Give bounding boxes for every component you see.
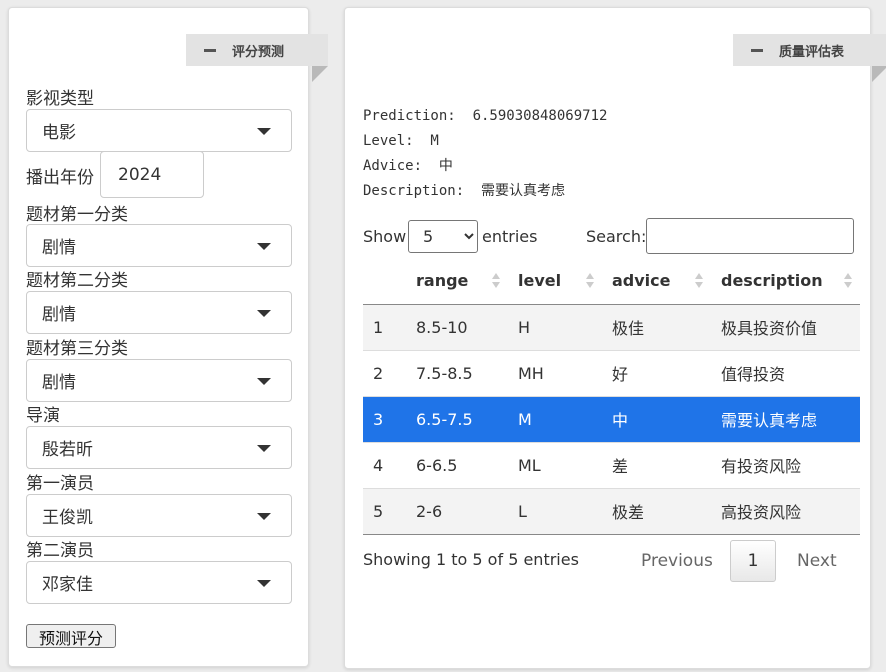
- panel-header[interactable]: 质量评估表: [733, 34, 886, 82]
- description-cell: 极具投资价值: [711, 303, 860, 350]
- table-info: Showing 1 to 5 of 5 entries: [363, 550, 579, 569]
- range-cell: 6.5-7.5: [406, 395, 508, 442]
- row-index: 2: [363, 349, 406, 396]
- description-line: Description: 需要认真考虑: [363, 183, 566, 199]
- collapse-icon[interactable]: [751, 48, 763, 52]
- actor2-value: 邓家佳: [42, 575, 93, 595]
- topic1-value: 剧情: [42, 238, 76, 258]
- row-index: 1: [363, 303, 406, 350]
- prediction-line: Prediction: 6.59030848069712: [363, 108, 608, 124]
- show-label: Show: [363, 227, 407, 246]
- director-value: 殷若昕: [42, 440, 93, 460]
- row-index: 3: [363, 395, 406, 442]
- actor2-label: 第二演员: [26, 541, 94, 561]
- range-cell: 8.5-10: [406, 303, 508, 350]
- range-cell: 2-6: [406, 487, 508, 535]
- next-button[interactable]: Next: [797, 540, 837, 582]
- panel-title: 评分预测: [232, 44, 285, 60]
- description-cell: 值得投资: [711, 349, 860, 396]
- chevron-down-icon: [257, 445, 271, 452]
- table-row-selected[interactable]: 3 6.5-7.5 M 中 需要认真考虑: [363, 395, 860, 442]
- level-cell: L: [508, 487, 602, 535]
- sort-icon: [844, 273, 852, 289]
- sort-icon: [586, 273, 594, 289]
- prediction-panel: 评分预测 影视类型 电影 播出年份 题材第一分类 剧情 题材第二分类 剧情 题材…: [8, 7, 328, 667]
- topic2-select[interactable]: 剧情: [26, 291, 292, 334]
- chevron-down-icon: [257, 310, 271, 317]
- description-header[interactable]: description: [711, 258, 860, 305]
- quality-table: range level advice description 1 8.5-10 …: [363, 258, 860, 535]
- table-header-row: range level advice description: [363, 258, 860, 305]
- prediction-output: Prediction: 6.59030848069712 Level: M Advi…: [363, 104, 607, 204]
- range-cell: 6-6.5: [406, 441, 508, 488]
- sort-icon: [492, 273, 500, 289]
- search-label: Search:: [586, 227, 647, 246]
- topic1-label: 题材第一分类: [26, 205, 128, 225]
- advice-header[interactable]: advice: [602, 258, 711, 305]
- level-line: Level: M: [363, 133, 439, 149]
- actor1-select[interactable]: 王俊凯: [26, 494, 292, 537]
- actor2-select[interactable]: 邓家佳: [26, 561, 292, 604]
- topic3-select[interactable]: 剧情: [26, 359, 292, 402]
- table-row[interactable]: 2 7.5-8.5 MH 好 值得投资: [363, 349, 860, 396]
- table-row[interactable]: 1 8.5-10 H 极佳 极具投资价值: [363, 303, 860, 350]
- advice-cell: 极佳: [602, 303, 711, 350]
- genre-type-value: 电影: [42, 123, 76, 143]
- level-cell: ML: [508, 441, 602, 488]
- director-select[interactable]: 殷若昕: [26, 426, 292, 469]
- table-row[interactable]: 4 6-6.5 ML 差 有投资风险: [363, 441, 860, 488]
- genre-type-select[interactable]: 电影: [26, 109, 292, 152]
- description-cell: 有投资风险: [711, 441, 860, 488]
- row-index: 4: [363, 441, 406, 488]
- row-index: 5: [363, 487, 406, 535]
- chevron-down-icon: [257, 580, 271, 587]
- description-cell: 高投资风险: [711, 487, 860, 535]
- predict-button[interactable]: 预测评分: [26, 624, 116, 648]
- advice-cell: 极差: [602, 487, 711, 535]
- page-1-button[interactable]: 1: [730, 540, 776, 582]
- actor1-label: 第一演员: [26, 474, 94, 494]
- chevron-down-icon: [257, 128, 271, 135]
- chevron-down-icon: [257, 513, 271, 520]
- topic2-label: 题材第二分类: [26, 271, 128, 291]
- chevron-down-icon: [257, 243, 271, 250]
- search-input[interactable]: [646, 218, 854, 254]
- collapse-icon[interactable]: [204, 48, 216, 52]
- range-cell: 7.5-8.5: [406, 349, 508, 396]
- director-label: 导演: [26, 406, 60, 426]
- entries-select[interactable]: 5: [408, 220, 478, 253]
- previous-button[interactable]: Previous: [641, 540, 713, 582]
- level-header[interactable]: level: [508, 258, 602, 305]
- sort-icon: [695, 273, 703, 289]
- advice-cell: 差: [602, 441, 711, 488]
- topic1-select[interactable]: 剧情: [26, 224, 292, 267]
- topic2-value: 剧情: [42, 305, 76, 325]
- quality-panel: 质量评估表 Prediction: 6.59030848069712 Level:…: [344, 7, 886, 669]
- range-header[interactable]: range: [406, 258, 508, 305]
- panel-title: 质量评估表: [779, 44, 845, 60]
- panel-header[interactable]: 评分预测: [186, 34, 328, 82]
- topic3-label: 题材第三分类: [26, 339, 128, 359]
- table-row[interactable]: 5 2-6 L 极差 高投资风险: [363, 487, 860, 535]
- topic3-value: 剧情: [42, 373, 76, 393]
- genre-type-label: 影视类型: [26, 89, 94, 109]
- advice-line: Advice: 中: [363, 158, 453, 174]
- level-cell: MH: [508, 349, 602, 396]
- level-cell: M: [508, 395, 602, 442]
- year-label: 播出年份: [26, 168, 94, 188]
- advice-cell: 中: [602, 395, 711, 442]
- level-cell: H: [508, 303, 602, 350]
- description-cell: 需要认真考虑: [711, 395, 860, 442]
- entries-label: entries: [482, 227, 538, 246]
- index-header: [363, 258, 406, 305]
- year-input[interactable]: [100, 151, 204, 198]
- chevron-down-icon: [257, 378, 271, 385]
- actor1-value: 王俊凯: [42, 508, 93, 528]
- advice-cell: 好: [602, 349, 711, 396]
